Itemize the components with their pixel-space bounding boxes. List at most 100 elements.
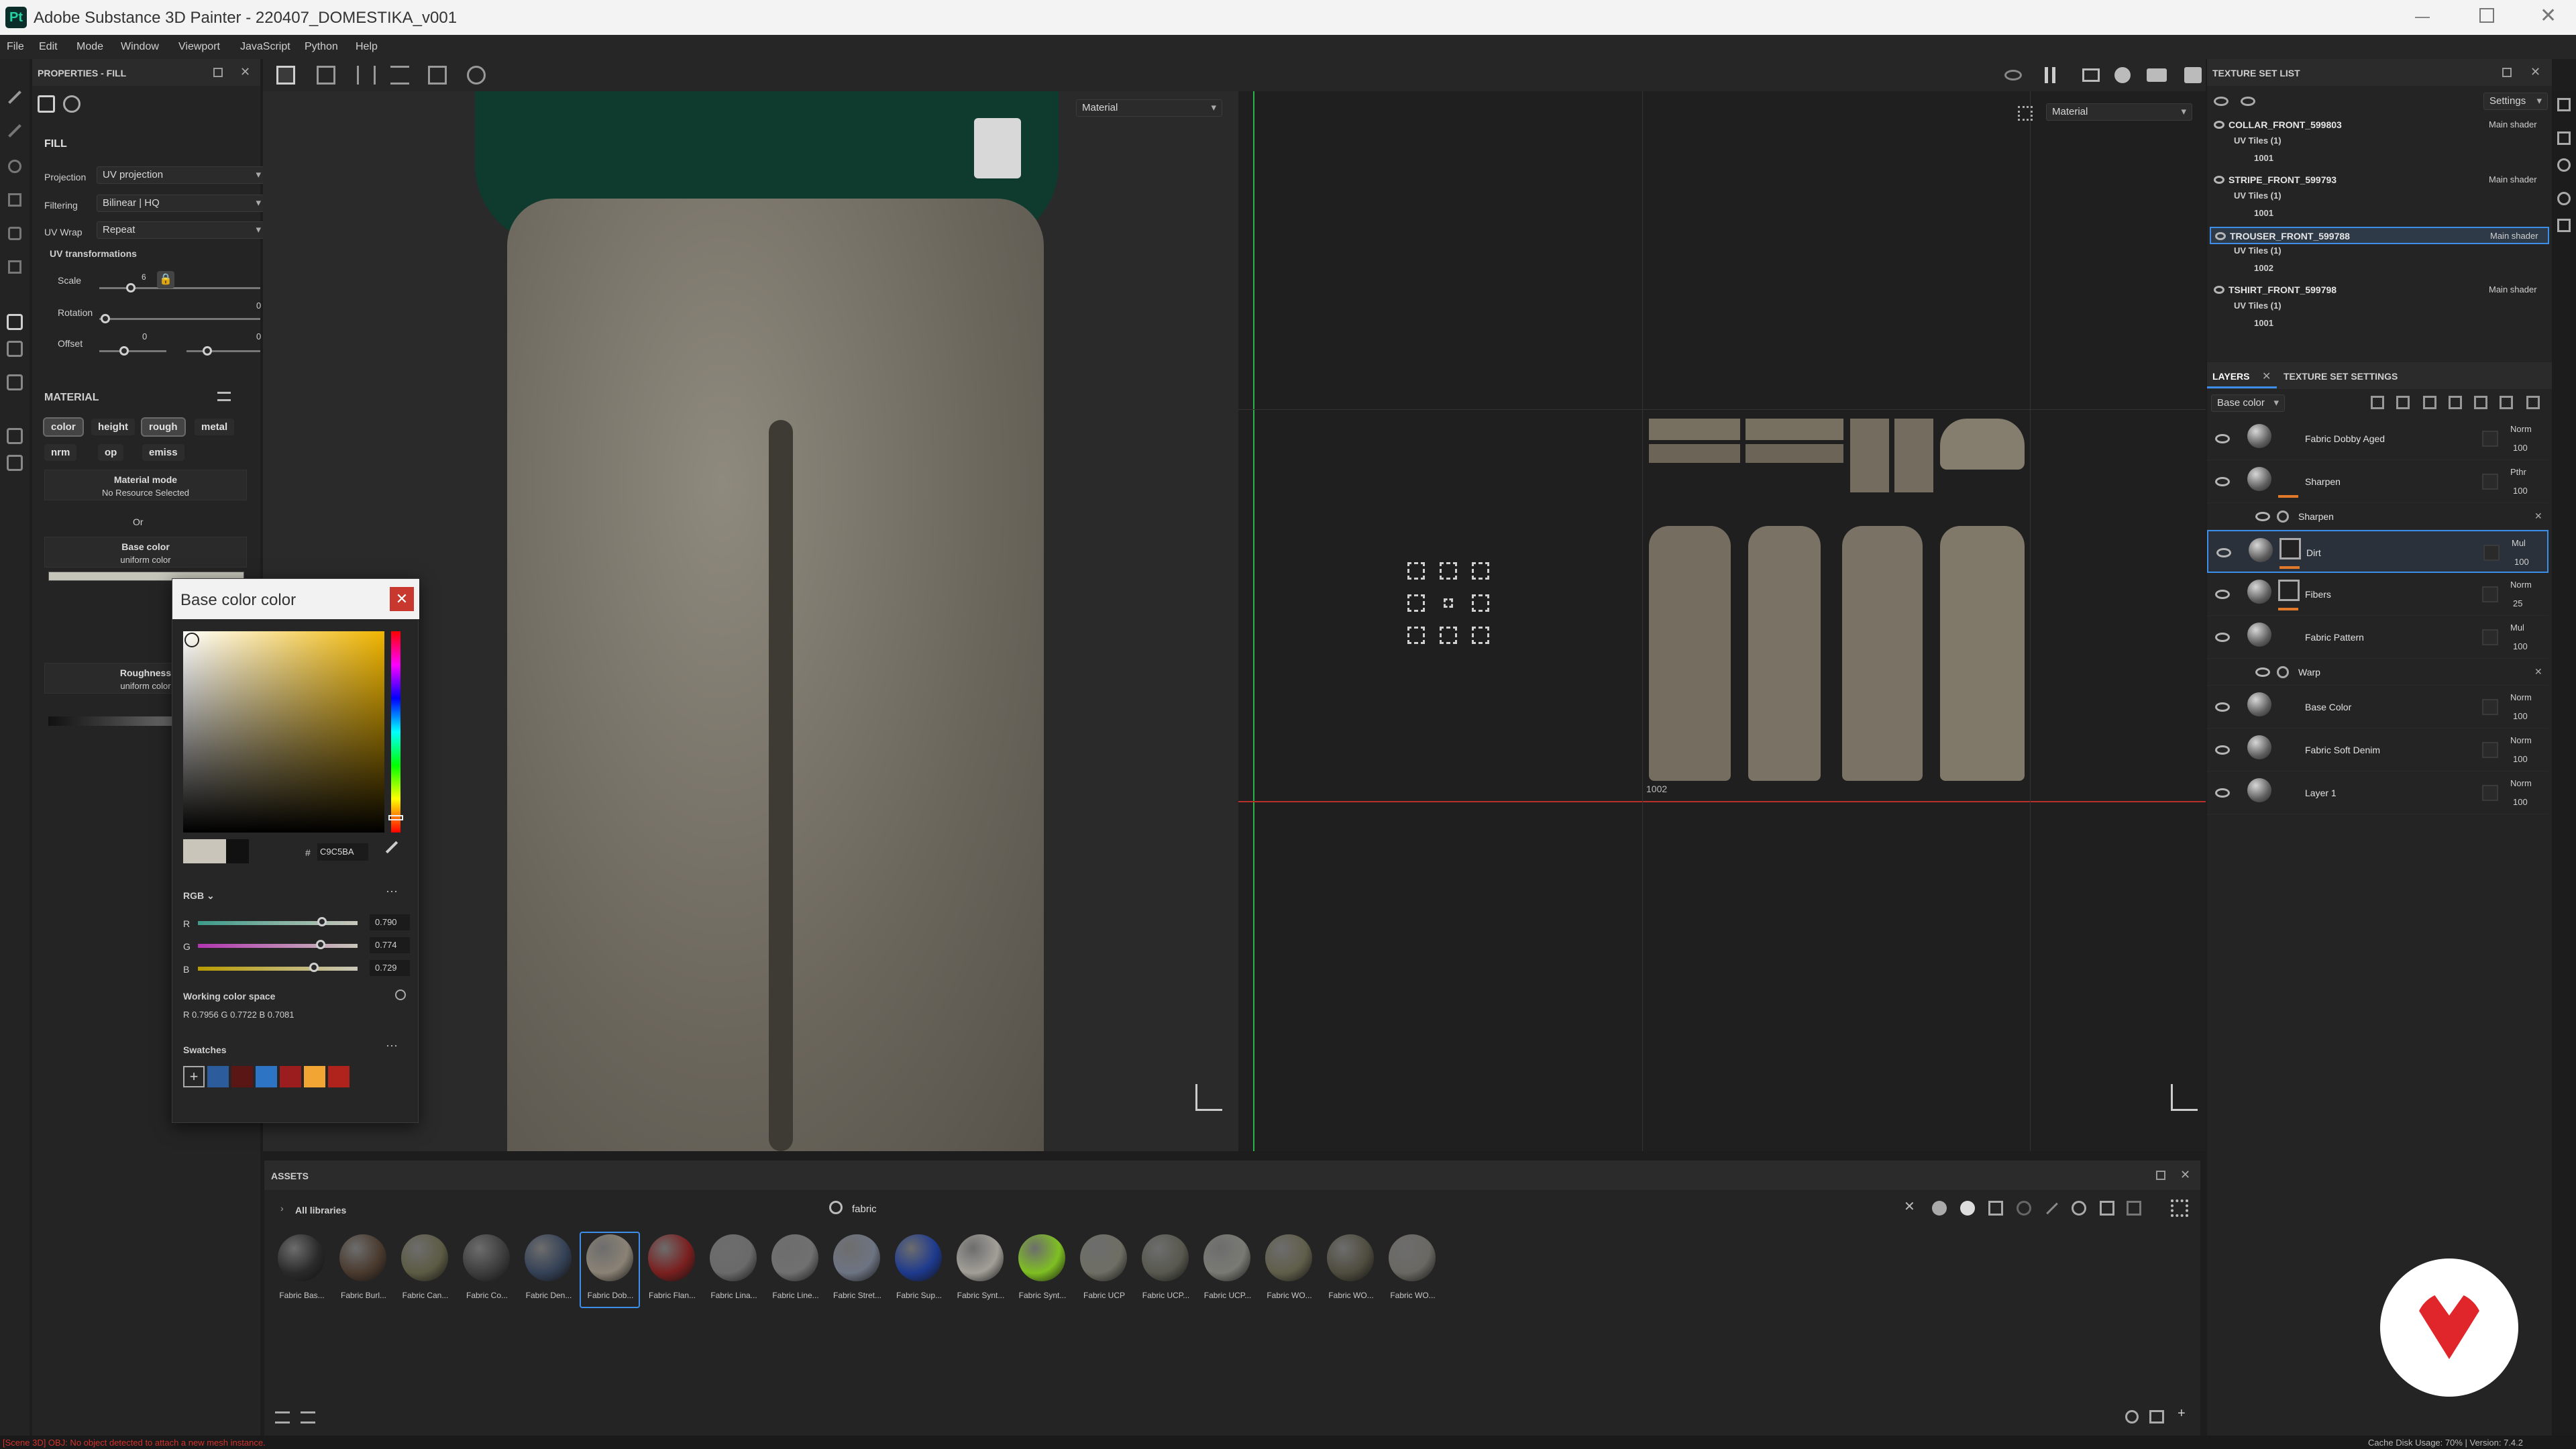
assets-import-icon[interactable] — [2149, 1410, 2164, 1424]
environment-icon[interactable] — [2114, 67, 2131, 83]
color-picker-close-icon[interactable]: ✕ — [390, 587, 414, 611]
layer-blend-mode[interactable]: Mul — [2510, 623, 2524, 633]
add-folder-icon[interactable] — [2500, 396, 2513, 409]
channel-height[interactable]: height — [91, 419, 135, 435]
asset-thumbnail[interactable] — [463, 1234, 510, 1281]
add-group-icon[interactable] — [2474, 396, 2487, 409]
camera-icon[interactable] — [2147, 68, 2167, 82]
assets-refresh-icon[interactable] — [2125, 1410, 2139, 1424]
layer-row[interactable]: Fibers Norm 25 — [2207, 573, 2548, 616]
layer-row[interactable]: Sharpen ✕ — [2207, 503, 2548, 530]
uv-tiles-label[interactable]: UV Tiles (1) — [2234, 191, 2282, 201]
manipulator-l-icon[interactable] — [1407, 594, 1425, 612]
viewport2d-channel-dropdown[interactable]: Material — [2046, 103, 2192, 121]
menu-mode[interactable]: Mode — [76, 41, 103, 53]
channel-color[interactable]: color — [43, 417, 84, 437]
layer-opacity[interactable]: 25 — [2513, 598, 2522, 608]
fill-tool-icon[interactable] — [7, 314, 23, 330]
layer-blend-mode[interactable]: Norm — [2510, 580, 2532, 590]
texture-float-icon[interactable] — [2502, 68, 2512, 77]
layer-eye-icon[interactable] — [2215, 590, 2230, 599]
layer-opacity[interactable]: 100 — [2513, 443, 2528, 453]
assets-detail-view-icon[interactable] — [301, 1411, 315, 1424]
screenshot-icon[interactable] — [2184, 67, 2202, 83]
tab-layers[interactable]: LAYERS — [2212, 371, 2250, 382]
asset-thumbnail[interactable] — [957, 1234, 1004, 1281]
menu-viewport[interactable]: Viewport — [178, 41, 220, 53]
smudge-tool-icon[interactable] — [8, 227, 21, 240]
tab-layers-close-icon[interactable]: ✕ — [2262, 370, 2271, 383]
uv-tile-item[interactable]: 1002 — [2254, 263, 2273, 273]
uv-tiles-label[interactable]: UV Tiles (1) — [2234, 246, 2282, 256]
add-effect-icon[interactable] — [2371, 396, 2384, 409]
texture-set-item[interactable]: STRIPE_FRONT_599793 Main shader — [2210, 172, 2549, 189]
uv-tile-item[interactable]: 1001 — [2254, 153, 2273, 163]
layout-single-icon[interactable] — [276, 66, 295, 85]
manipulator-r-icon[interactable] — [1472, 594, 1489, 612]
saturation-value-field[interactable] — [183, 631, 384, 833]
add-swatch-button[interactable]: + — [183, 1066, 205, 1087]
offset-u-slider-knob[interactable] — [119, 346, 129, 356]
channel-g-value[interactable]: 0.774 — [370, 937, 410, 953]
swatch-5[interactable] — [304, 1066, 325, 1087]
dock-log-icon[interactable] — [2557, 219, 2571, 232]
layer-eye-icon[interactable] — [2216, 548, 2231, 557]
channel-r-knob[interactable] — [317, 917, 327, 926]
layer-blend-toggle[interactable] — [2482, 474, 2498, 490]
texture-close-icon[interactable]: ✕ — [2530, 65, 2540, 79]
layer-eye-icon[interactable] — [2215, 477, 2230, 486]
viewport3d-channel-dropdown[interactable]: Material — [1076, 99, 1222, 117]
add-paint-layer-icon[interactable] — [2423, 396, 2436, 409]
swatch-6[interactable] — [328, 1066, 350, 1087]
layout-grid-icon[interactable] — [317, 66, 335, 85]
manipulator-b-icon[interactable] — [1440, 627, 1457, 644]
layer-opacity[interactable]: 100 — [2513, 797, 2528, 807]
rotation-slider-track[interactable] — [99, 318, 260, 320]
select-tool-icon[interactable] — [7, 374, 23, 390]
dock-shelf-icon[interactable] — [2557, 131, 2571, 145]
hue-slider-knob[interactable] — [388, 815, 403, 820]
clone-tool-icon[interactable] — [8, 260, 21, 274]
assets-add-icon[interactable]: + — [2178, 1406, 2186, 1421]
add-fill-layer-icon[interactable] — [2449, 396, 2462, 409]
color-model-more-icon[interactable]: ⋯ — [386, 885, 398, 899]
uv-transformations-header[interactable]: UV transformations — [50, 248, 137, 259]
texture-set-eye-icon[interactable] — [2215, 232, 2226, 240]
asset-thumbnail[interactable] — [586, 1234, 633, 1281]
bake-tool-icon[interactable] — [7, 428, 23, 444]
channel-metal[interactable]: metal — [195, 419, 235, 435]
dock-assets-icon[interactable] — [2557, 98, 2571, 111]
hide-icon[interactable] — [2004, 70, 2022, 80]
layer-row[interactable]: Fabric Pattern Mul 100 — [2207, 616, 2548, 659]
material-menu-icon[interactable] — [217, 392, 231, 401]
channel-b-knob[interactable] — [309, 963, 319, 972]
layer-opacity[interactable]: 100 — [2513, 711, 2528, 721]
geometry-tool-icon[interactable] — [8, 193, 21, 207]
channel-op[interactable]: op — [98, 444, 124, 461]
swatch-1[interactable] — [207, 1066, 229, 1087]
layer-opacity[interactable]: 100 — [2513, 641, 2528, 651]
channel-g-slider[interactable] — [198, 944, 358, 948]
projection-tool-icon[interactable] — [8, 160, 21, 173]
layer-blend-mode[interactable]: Norm — [2510, 778, 2532, 788]
hex-input[interactable]: C9C5BA — [317, 843, 368, 861]
channel-b-slider[interactable] — [198, 967, 358, 971]
swatches-more-icon[interactable]: ⋯ — [386, 1039, 398, 1053]
swatch-3[interactable] — [256, 1066, 277, 1087]
texture-set-item[interactable]: TROUSER_FRONT_599788 Main shader — [2210, 227, 2549, 244]
paint-tool-icon[interactable] — [8, 91, 21, 104]
asset-thumbnail[interactable] — [1142, 1234, 1189, 1281]
eraser-tool-icon[interactable] — [8, 124, 21, 138]
asset-thumbnail[interactable] — [895, 1234, 942, 1281]
layer-eye-icon[interactable] — [2215, 745, 2230, 755]
layers-channel-dropdown[interactable]: Base color — [2211, 394, 2285, 412]
tab-texture-set-settings[interactable]: TEXTURE SET SETTINGS — [2284, 371, 2398, 382]
color-model-dropdown[interactable]: RGB ⌄ — [183, 890, 215, 902]
layout-vsplit-icon[interactable] — [390, 66, 409, 85]
pause-icon[interactable] — [2045, 67, 2055, 83]
uv-tile-item[interactable]: 1001 — [2254, 318, 2273, 328]
texture-set-eye-icon[interactable] — [2214, 286, 2224, 294]
layer-row[interactable]: Layer 1 Norm 100 — [2207, 771, 2548, 814]
dock-display-icon[interactable] — [2557, 158, 2571, 172]
asset-thumbnail[interactable] — [1389, 1234, 1436, 1281]
